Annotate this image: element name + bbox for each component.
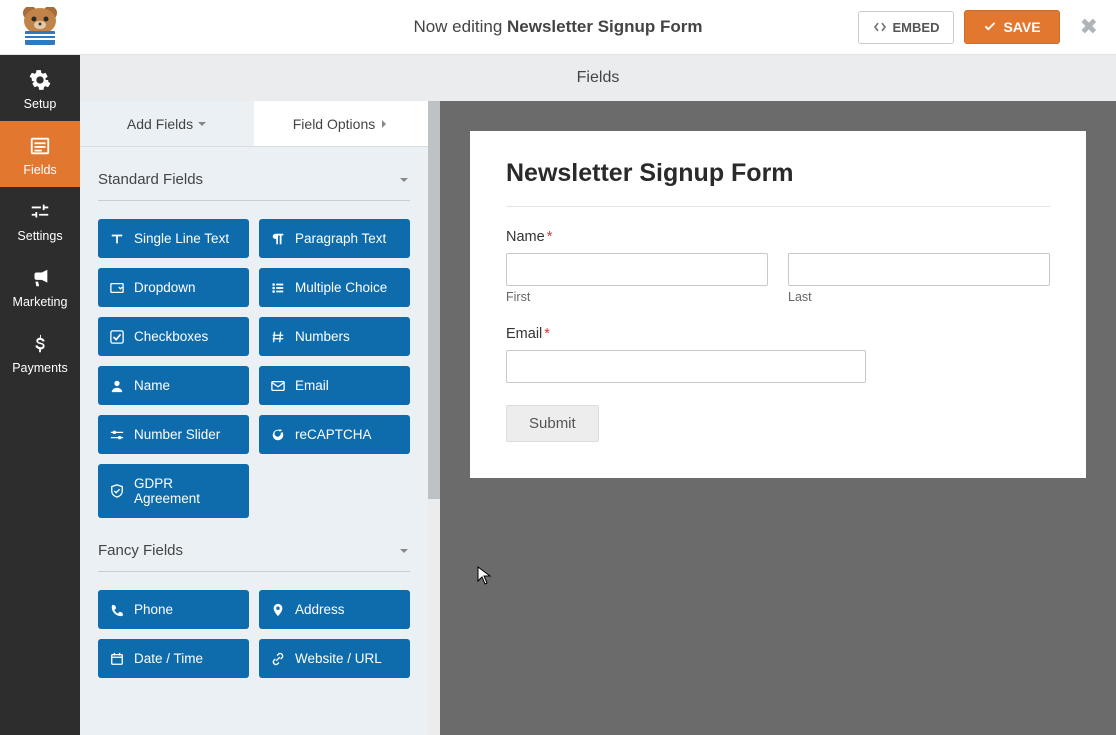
fields-panel: Add Fields Field Options Standard Fields	[80, 101, 428, 735]
field-multiple-choice[interactable]: Multiple Choice	[259, 268, 410, 307]
first-sublabel: First	[506, 290, 768, 304]
email-input[interactable]	[506, 350, 866, 383]
form-preview: Newsletter Signup Form Name* First Last	[440, 101, 1116, 735]
envelope-icon	[271, 379, 285, 393]
shield-icon	[110, 484, 124, 498]
user-icon	[110, 379, 124, 393]
sidebar-item-fields[interactable]: Fields	[0, 121, 80, 187]
submit-button[interactable]: Submit	[506, 405, 599, 442]
pin-icon	[271, 603, 285, 617]
sidebar-item-marketing[interactable]: Marketing	[0, 253, 80, 319]
sidebar-item-payments[interactable]: Payments	[0, 319, 80, 385]
sliders-icon	[29, 201, 51, 223]
first-name-input[interactable]	[506, 253, 768, 286]
chevron-down-icon	[398, 174, 410, 186]
field-numbers[interactable]: Numbers	[259, 317, 410, 356]
link-icon	[271, 652, 285, 666]
list-icon	[29, 135, 51, 157]
field-dropdown[interactable]: Dropdown	[98, 268, 249, 307]
field-website-url[interactable]: Website / URL	[259, 639, 410, 678]
field-phone[interactable]: Phone	[98, 590, 249, 629]
sidebar-item-settings[interactable]: Settings	[0, 187, 80, 253]
paragraph-icon	[271, 232, 285, 246]
sidebar-label: Marketing	[13, 295, 68, 309]
field-recaptcha[interactable]: reCAPTCHA	[259, 415, 410, 454]
sidebar-nav: Setup Fields Settings Marketing Payments	[0, 55, 80, 735]
list-ul-icon	[271, 281, 285, 295]
tab-field-options[interactable]: Field Options	[254, 101, 428, 146]
check-icon	[110, 330, 124, 344]
field-email[interactable]: Email	[259, 366, 410, 405]
center-header: Fields	[80, 55, 1116, 101]
app-logo[interactable]	[0, 0, 80, 55]
close-icon[interactable]: ✖	[1080, 14, 1098, 40]
sidebar-label: Fields	[23, 163, 56, 177]
tab-add-fields[interactable]: Add Fields	[80, 101, 254, 146]
field-date-time[interactable]: Date / Time	[98, 639, 249, 678]
section-fancy-fields[interactable]: Fancy Fields	[98, 518, 410, 572]
code-icon	[873, 20, 887, 34]
embed-button[interactable]: EMBED	[858, 11, 955, 44]
chevron-right-icon	[379, 119, 389, 129]
field-number-slider[interactable]: Number Slider	[98, 415, 249, 454]
field-paragraph-text[interactable]: Paragraph Text	[259, 219, 410, 258]
last-name-input[interactable]	[788, 253, 1050, 286]
gear-icon	[29, 69, 51, 91]
field-single-line-text[interactable]: Single Line Text	[98, 219, 249, 258]
field-name[interactable]: Name	[98, 366, 249, 405]
sidebar-label: Settings	[17, 229, 62, 243]
phone-icon	[110, 603, 124, 617]
scrollbar-thumb[interactable]	[428, 101, 440, 499]
sidebar-label: Setup	[24, 97, 57, 111]
text-icon	[110, 232, 124, 246]
sliders-h-icon	[110, 428, 124, 442]
chevron-down-icon	[197, 119, 207, 129]
field-gdpr-agreement[interactable]: GDPR Agreement	[98, 464, 249, 518]
scrollbar[interactable]	[428, 101, 440, 735]
hash-icon	[271, 330, 285, 344]
field-row-email[interactable]: Email*	[506, 326, 1050, 383]
section-standard-fields[interactable]: Standard Fields	[98, 147, 410, 201]
top-bar: Now editing Newsletter Signup Form EMBED…	[0, 0, 1116, 55]
preview-form-title: Newsletter Signup Form	[506, 159, 1050, 207]
sidebar-label: Payments	[12, 361, 68, 375]
field-row-name[interactable]: Name* First Last	[506, 229, 1050, 304]
field-checkboxes[interactable]: Checkboxes	[98, 317, 249, 356]
chevron-down-icon	[398, 545, 410, 557]
save-button[interactable]: SAVE	[964, 10, 1059, 44]
field-address[interactable]: Address	[259, 590, 410, 629]
dollar-icon	[29, 333, 51, 355]
dropdown-icon	[110, 281, 124, 295]
check-icon	[983, 20, 997, 34]
sidebar-item-setup[interactable]: Setup	[0, 55, 80, 121]
calendar-icon	[110, 652, 124, 666]
last-sublabel: Last	[788, 290, 1050, 304]
bullhorn-icon	[29, 267, 51, 289]
google-icon	[271, 428, 285, 442]
